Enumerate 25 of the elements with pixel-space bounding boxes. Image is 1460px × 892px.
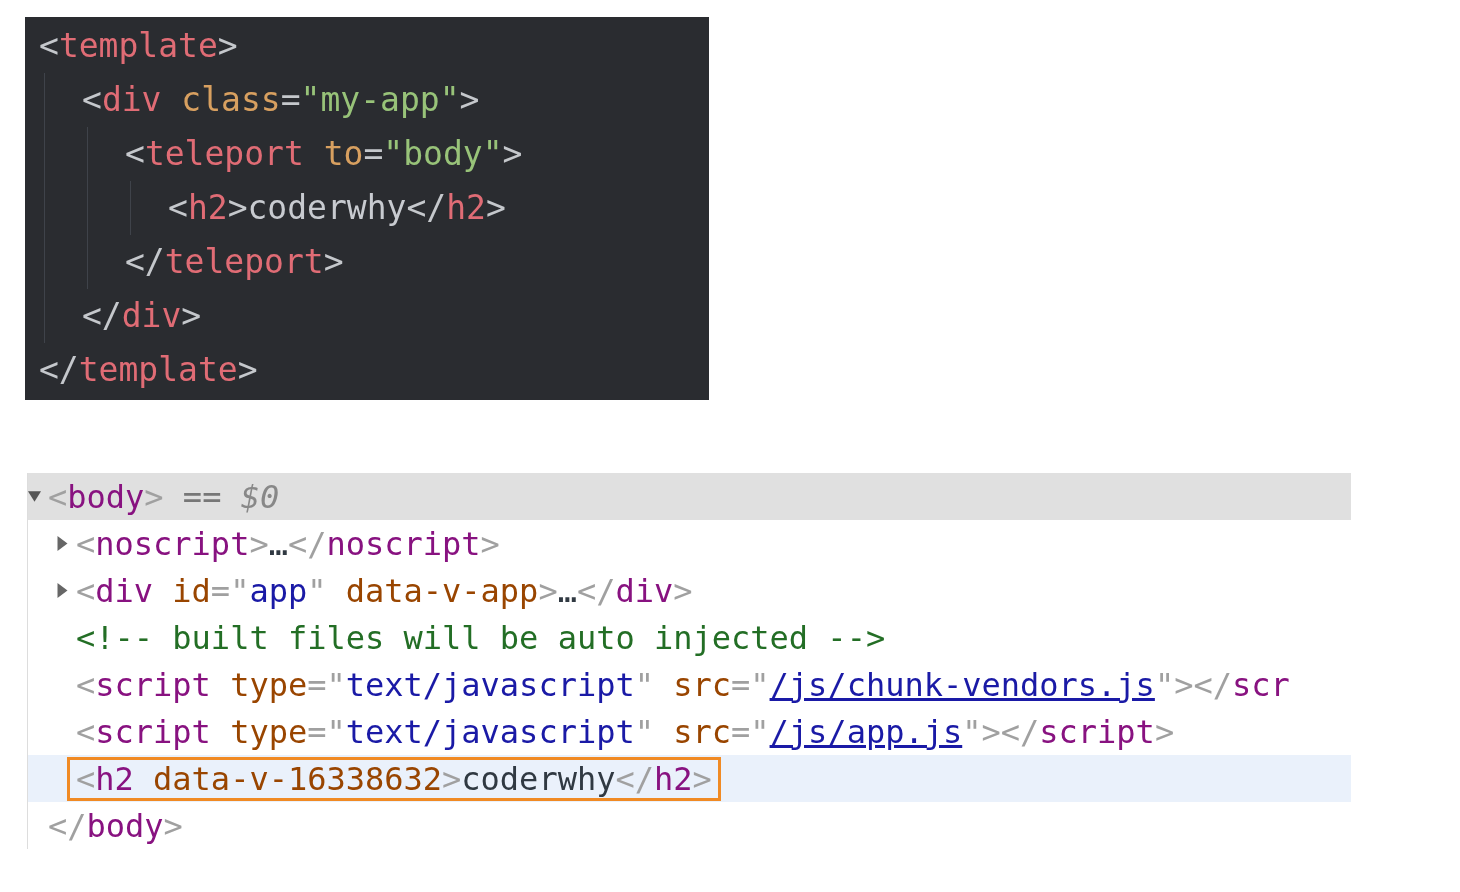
code-line: <h2>coderwhy</h2>	[168, 187, 507, 229]
triangle-down-icon[interactable]	[28, 490, 41, 503]
dom-node-text: <div id="app" data-v-app>…</div>	[75, 570, 694, 612]
code-line: <teleport to="body">	[125, 133, 524, 175]
dom-tree-row[interactable]: <div id="app" data-v-app>…</div>	[28, 567, 1351, 614]
dom-tree-row[interactable]: <h2 data-v-16338632>coderwhy</h2>	[28, 755, 1351, 802]
code-line: </div>	[82, 295, 203, 337]
dom-node-text: <script type="text/javascript" src="/js/app.js"></script>	[75, 711, 1176, 753]
dom-node-text: <h2 data-v-16338632>coderwhy</h2>	[67, 756, 721, 801]
dom-tree-row[interactable]: <script type="text/javascript" src="/js/app.js"></script>	[28, 708, 1351, 755]
dom-node-text: <!-- built files will be auto injected -->	[75, 617, 887, 659]
code-line: </template>	[39, 349, 259, 391]
code-line: <template>	[39, 25, 239, 67]
dom-node-text: <script type="text/javascript" src="/js/chunk-vendors.js"></scr	[75, 664, 1291, 706]
dom-node-text: <noscript>…</noscript>	[75, 523, 501, 565]
dom-tree-row[interactable]: <noscript>…</noscript>	[28, 520, 1351, 567]
dom-tree-row[interactable]: <!-- built files will be auto injected -->	[28, 614, 1351, 661]
dom-tree-row[interactable]: <body> == $0	[28, 473, 1351, 520]
dom-node-text: </body>	[47, 805, 184, 847]
dom-node-text: <body> == $0	[47, 476, 281, 518]
triangle-right-icon[interactable]	[56, 583, 69, 598]
code-line: <div class="my-app">	[82, 79, 481, 121]
triangle-right-icon[interactable]	[56, 536, 69, 551]
dom-tree-row[interactable]: <script type="text/javascript" src="/js/chunk-vendors.js"></scr	[28, 661, 1351, 708]
code-line: </teleport>	[125, 241, 345, 283]
